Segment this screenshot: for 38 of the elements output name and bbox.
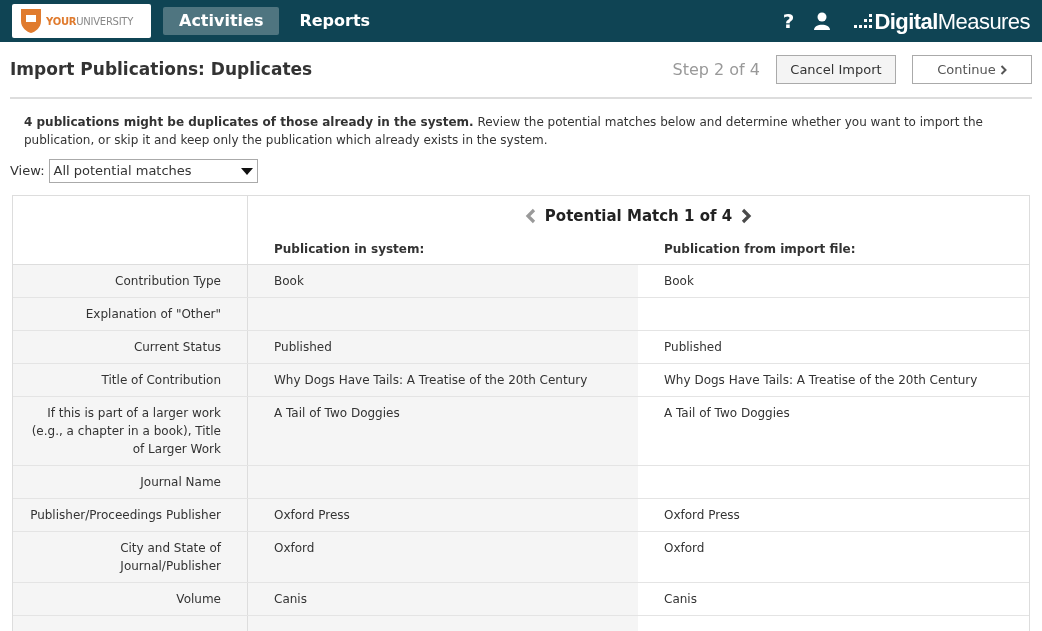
view-label: View: (10, 162, 45, 181)
step-indicator: Step 2 of 4 (672, 58, 760, 81)
nav-tab[interactable]: Activities (163, 7, 280, 35)
field-label: Current Status (13, 331, 248, 363)
nav-tab[interactable]: Reports (283, 7, 387, 35)
chevron-right-icon (999, 64, 1007, 75)
cancel-button[interactable]: Cancel Import (776, 55, 896, 84)
logo-text: YOURUNIVERSITY (46, 14, 134, 29)
table-cell: Published (248, 331, 638, 363)
table-cell: Why Dogs Have Tails: A Treatise of the 20th Century (248, 364, 638, 396)
help-button[interactable]: ? (782, 6, 795, 36)
next-chevron-icon[interactable] (740, 208, 753, 224)
university-logo[interactable]: YOURUNIVERSITY (12, 4, 151, 38)
field-label: Explanation of "Other" (13, 298, 248, 330)
page-title: Import Publications: Duplicates (10, 57, 313, 81)
table-cell: Oxford (248, 532, 638, 582)
field-label: Publisher/Proceedings Publisher (13, 499, 248, 531)
continue-button[interactable]: Continue (912, 55, 1032, 84)
field-label: Contribution Type (13, 265, 248, 297)
field-label: If this is part of a larger work (e.g., a chapter in a book), Title of Larger Work (13, 397, 248, 465)
table-cell: A Tail of Two Doggies (248, 397, 638, 465)
user-icon[interactable] (814, 12, 831, 30)
field-label: Volume (13, 583, 248, 615)
table-cell: Oxford Press (248, 499, 638, 531)
table-cell: Canis (248, 583, 638, 615)
intro-text: 4 publications might be duplicates of those already in the system. Review the potential matches below and determine whether you want to import the publication, or skip it and keep only the publication which already exists in the system. (24, 114, 984, 149)
brand-name: DigitalMeasures (874, 7, 1030, 36)
column-header: Publication in system: (273, 241, 426, 258)
dots-logo-icon (854, 13, 873, 29)
shield-icon (20, 8, 42, 34)
match-title: Potential Match 1 of 4 (544, 205, 733, 227)
field-label: Title of Contribution (13, 364, 248, 396)
field-label: Journal Name (13, 466, 248, 498)
field-label: City and State of Journal/Publisher (13, 532, 248, 582)
view-dropdown[interactable]: All potential matches (48, 159, 258, 183)
column-header: Publication from import file: (663, 241, 857, 258)
caret-icon (240, 167, 253, 175)
table-cell: Book (248, 265, 638, 297)
